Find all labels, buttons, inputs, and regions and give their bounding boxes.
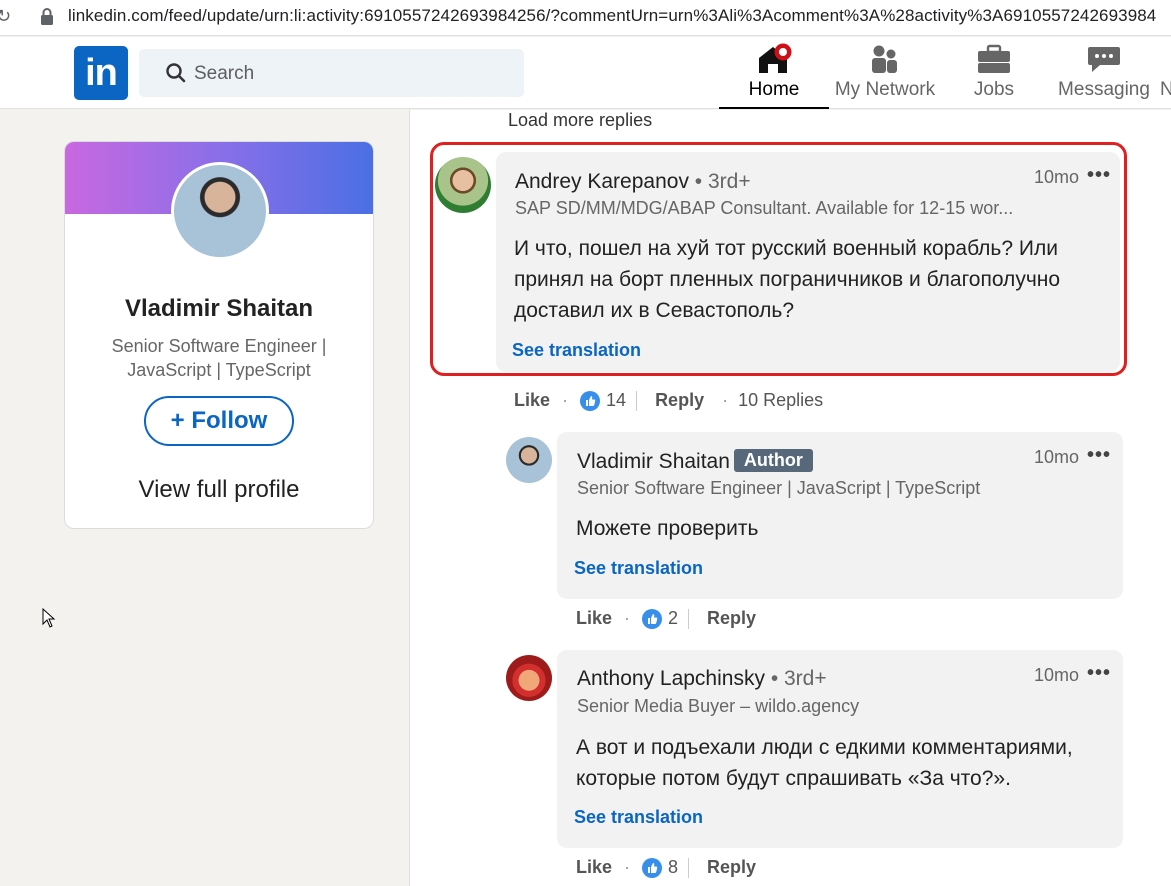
- comment-actions: Like · 8 Reply: [576, 857, 756, 878]
- separator: ·: [562, 390, 569, 410]
- see-translation-link[interactable]: See translation: [574, 558, 703, 579]
- nav-my-network[interactable]: My Network: [829, 37, 941, 109]
- like-count[interactable]: 2: [668, 608, 678, 629]
- reply-button[interactable]: Reply: [655, 390, 704, 411]
- nav-jobs-label: Jobs: [973, 79, 1015, 100]
- nav-jobs[interactable]: Jobs: [944, 37, 1044, 109]
- nav-my-network-label: My Network: [834, 79, 936, 100]
- comment-text: Можете проверить: [576, 517, 759, 540]
- nav-notifications-label: N: [1160, 79, 1171, 100]
- profile-headline: Senior Software Engineer | JavaScript | …: [111, 336, 327, 380]
- nav-home[interactable]: Home: [719, 37, 829, 109]
- reply-button[interactable]: Reply: [707, 608, 756, 629]
- author-profile-card: Vladimir Shaitan Senior Software Enginee…: [64, 141, 374, 529]
- avatar[interactable]: [506, 437, 552, 483]
- address-url[interactable]: linkedin.com/feed/update/urn:li:activity…: [68, 6, 1156, 26]
- comment-author[interactable]: Vladimir Shaitan Author: [577, 449, 813, 474]
- nav-messaging[interactable]: Messaging: [1050, 37, 1158, 109]
- reply-button[interactable]: Reply: [707, 857, 756, 878]
- profile-name[interactable]: Vladimir Shaitan: [65, 295, 373, 323]
- people-icon: [872, 45, 897, 73]
- search-input[interactable]: Search: [194, 63, 254, 85]
- avatar[interactable]: [506, 655, 552, 701]
- like-reaction-icon: [642, 608, 663, 629]
- connection-degree: • 3rd+: [770, 667, 827, 690]
- profile-avatar[interactable]: [171, 162, 269, 260]
- separator: ·: [624, 608, 631, 628]
- global-nav: in Search Home My Network Jobs Messaging…: [0, 37, 1171, 109]
- chat-icon: [1088, 47, 1120, 72]
- mouse-cursor-icon: [42, 608, 56, 628]
- comment-actions: Like · 2 Reply: [576, 608, 756, 629]
- like-reaction-icon: [642, 857, 663, 878]
- comment-author-headline: Senior Software Engineer | JavaScript | …: [577, 478, 981, 498]
- nav-messaging-label: Messaging: [1058, 79, 1150, 100]
- comment-author[interactable]: Anthony Lapchinsky • 3rd+: [577, 667, 827, 691]
- highlight-annotation-box: [430, 142, 1127, 376]
- comment-actions: Like · 14 Reply · 10 Replies: [514, 390, 823, 411]
- browser-address-bar: ↻ linkedin.com/feed/update/urn:li:activi…: [0, 0, 1171, 36]
- like-count[interactable]: 8: [668, 857, 678, 878]
- separator: ·: [722, 390, 729, 410]
- divider: [636, 390, 638, 411]
- like-reaction-icon: [580, 390, 601, 411]
- more-options-icon[interactable]: •••: [1087, 662, 1111, 685]
- divider: [688, 857, 690, 878]
- author-badge: Author: [733, 449, 813, 472]
- briefcase-icon: [978, 44, 1010, 73]
- view-full-profile-link[interactable]: View full profile: [65, 476, 373, 504]
- search-box[interactable]: Search: [139, 49, 524, 97]
- nav-notifications[interactable]: N: [1160, 37, 1171, 109]
- like-count[interactable]: 14: [606, 390, 626, 411]
- search-icon: [166, 63, 186, 83]
- like-button[interactable]: Like: [576, 608, 612, 629]
- like-button[interactable]: Like: [514, 390, 550, 411]
- comment-author-name[interactable]: Vladimir Shaitan: [577, 450, 730, 473]
- linkedin-logo[interactable]: in: [74, 46, 128, 100]
- replies-count-link[interactable]: 10 Replies: [738, 390, 823, 411]
- comment-timestamp: 10mo: [1034, 447, 1080, 467]
- lock-icon: [41, 8, 53, 25]
- see-translation-link[interactable]: See translation: [574, 807, 703, 828]
- comment-author-name[interactable]: Anthony Lapchinsky: [577, 667, 765, 690]
- comment-author-headline: Senior Media Buyer – wildo.agency: [577, 696, 860, 716]
- separator: ·: [624, 857, 631, 877]
- follow-button[interactable]: + Follow: [144, 396, 294, 446]
- load-more-replies-button[interactable]: Load more replies: [508, 110, 652, 131]
- more-options-icon[interactable]: •••: [1087, 444, 1111, 467]
- reload-icon[interactable]: ↻: [0, 6, 11, 27]
- divider: [688, 608, 690, 629]
- comment-timestamp: 10mo: [1034, 665, 1080, 685]
- home-icon: [759, 43, 792, 73]
- nav-home-label: Home: [748, 79, 800, 100]
- comment-text: А вот и подъехали люди с едкими коммента…: [576, 736, 1073, 790]
- like-button[interactable]: Like: [576, 857, 612, 878]
